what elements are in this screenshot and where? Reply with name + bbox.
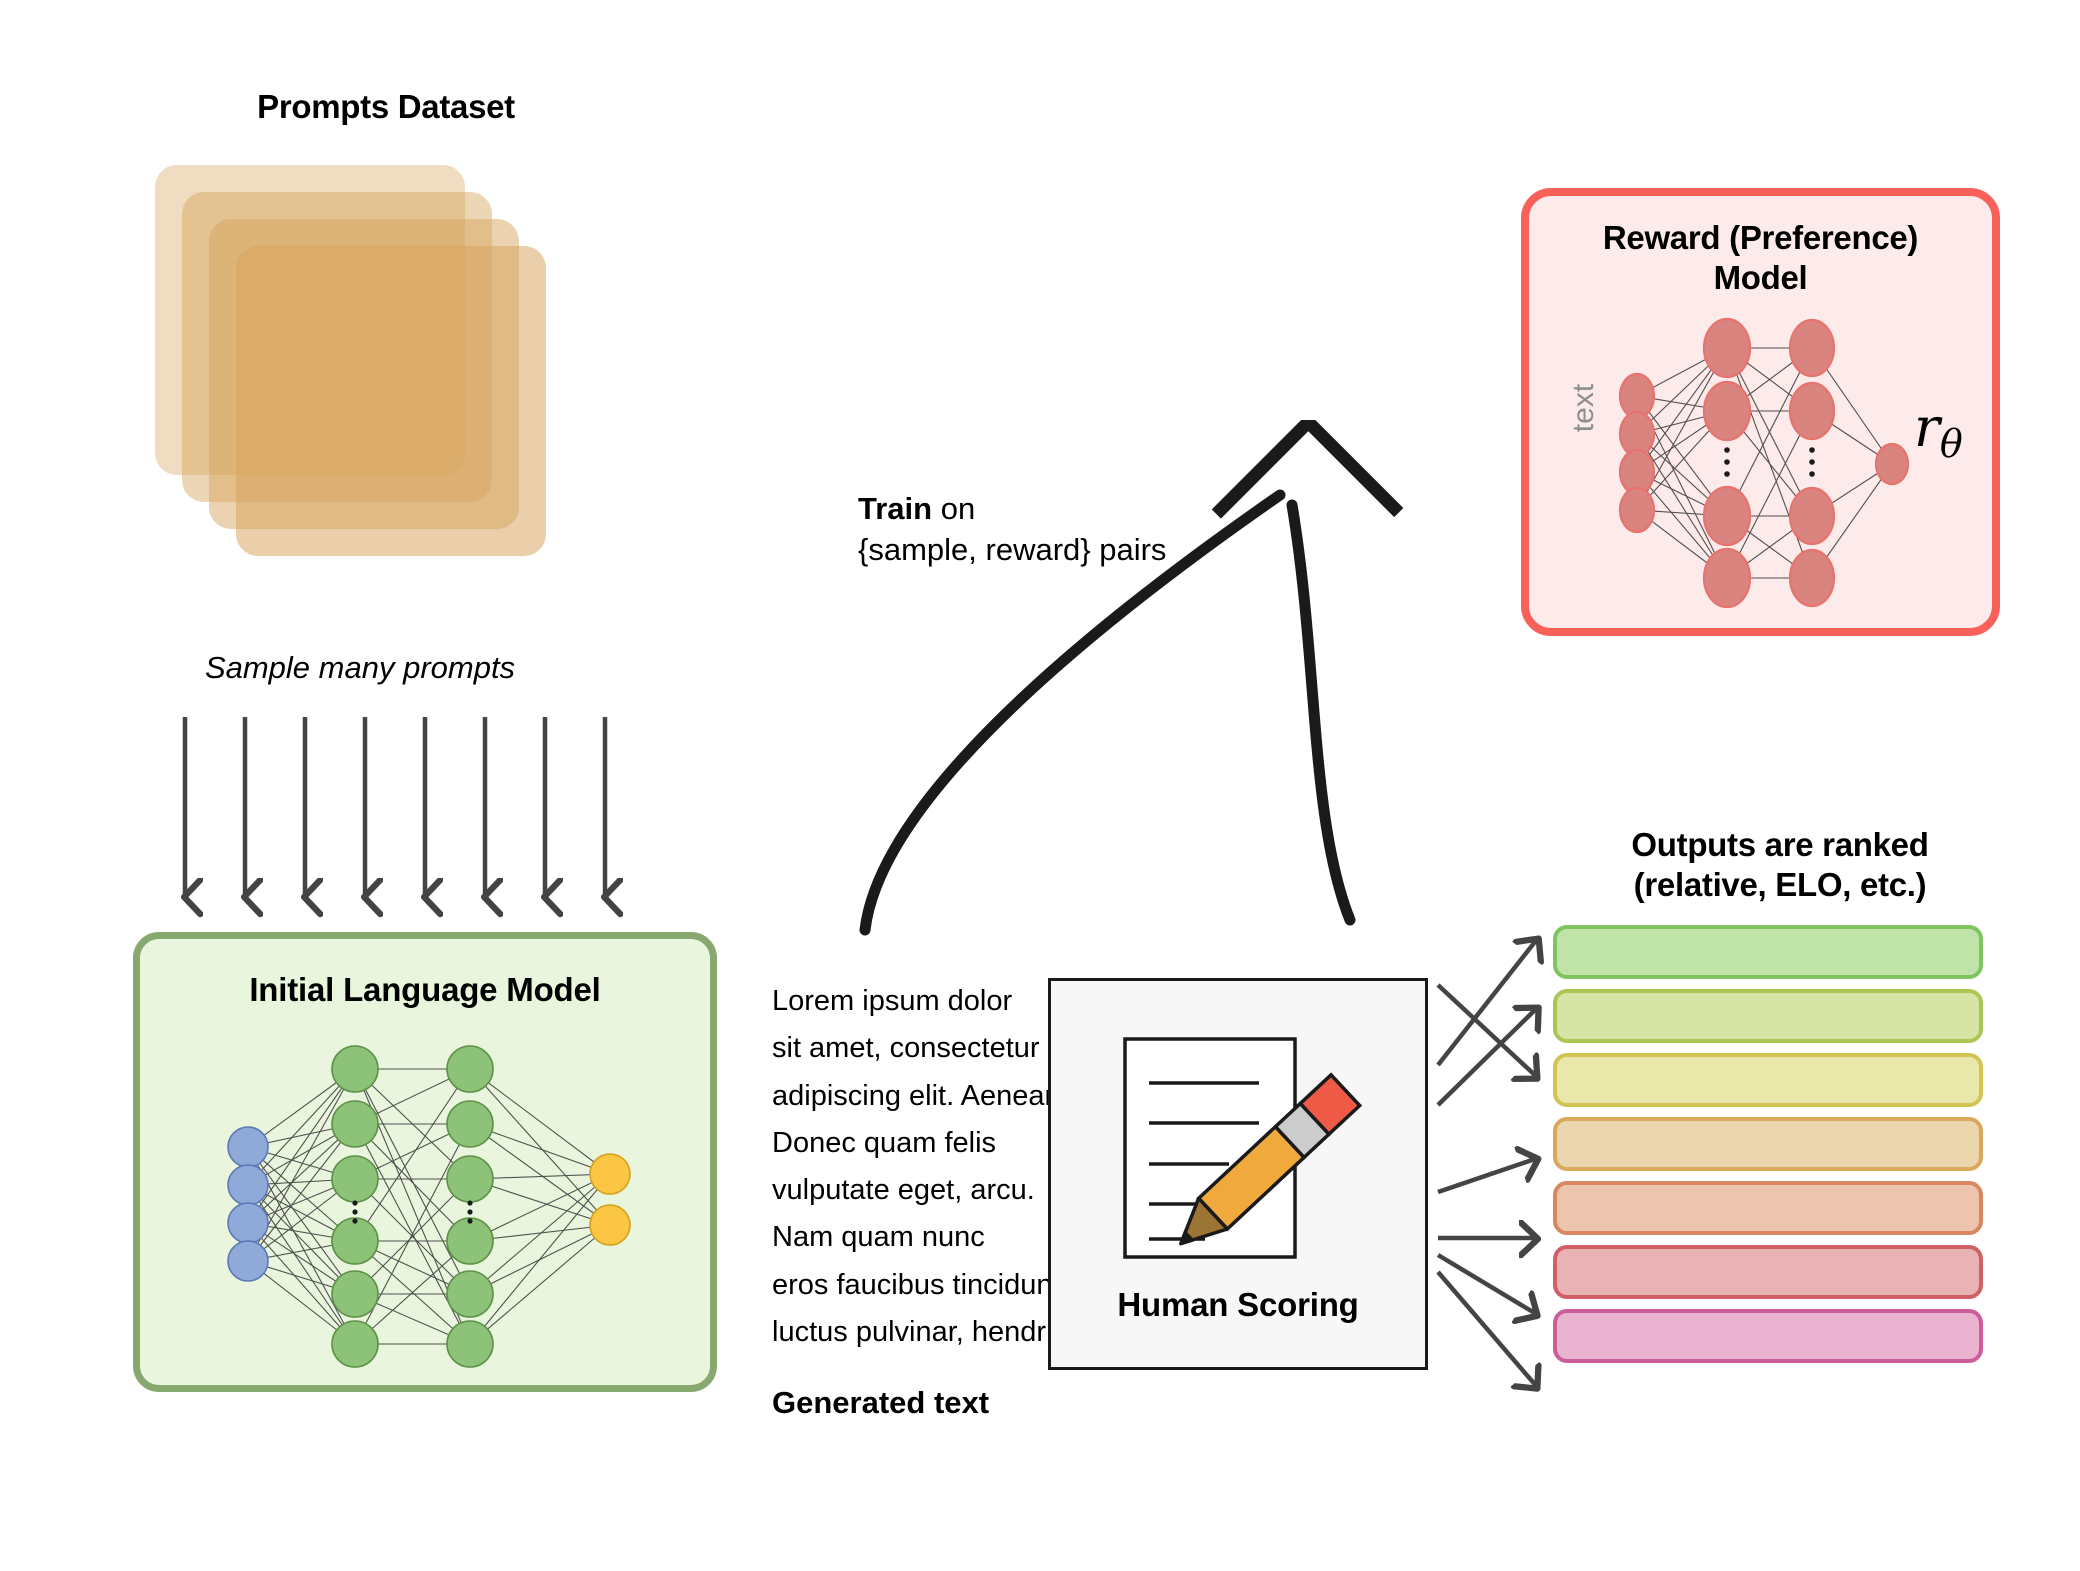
input-node — [227, 1240, 269, 1282]
reward-model-title-line2: Model — [1713, 258, 1808, 296]
r-symbol: r — [1914, 396, 1940, 459]
reward-output-symbol: rθ — [1914, 396, 2024, 466]
prompt-sheet — [236, 246, 546, 556]
outputs-ranked-title-line1: Outputs are ranked — [1631, 826, 1929, 863]
hidden-node — [331, 1045, 379, 1093]
reward-model-title: Reward (Preference) Model — [1529, 218, 1992, 297]
ranked-output-bar[interactable] — [1553, 1245, 1983, 1299]
rank-arrow — [1436, 1007, 1538, 1107]
reward-hidden-node — [1788, 548, 1836, 608]
hidden-node — [446, 1155, 494, 1203]
initial-model-network-diagram — [227, 1045, 631, 1368]
rank-arrow — [1437, 1158, 1538, 1195]
reward-input-text-label: text — [1567, 383, 1600, 433]
reward-model-box: Reward (Preference) Model text rθ — [1521, 188, 2000, 636]
generated-text-line: sit amet, consectetur — [772, 1032, 1040, 1065]
rank-arrow — [1436, 1253, 1538, 1315]
input-node — [227, 1126, 269, 1168]
diagram-canvas: Prompts Dataset Sample many prompts Init… — [0, 0, 2080, 1571]
reward-model-title-line1: Reward (Preference) — [1602, 219, 1919, 256]
generated-text-line: Lorem ipsum dolor — [772, 985, 1013, 1017]
sample-many-prompts-caption: Sample many prompts — [204, 650, 516, 685]
generated-text-line: luctus pulvinar, hendr — [772, 1315, 1047, 1348]
generated-text-block: Lorem ipsum dolor sit amet, consectetur … — [772, 978, 1072, 1356]
outputs-ranked-title-line2: (relative, ELO, etc.) — [1633, 865, 1927, 903]
hidden-node — [446, 1270, 494, 1318]
sampling-arrows-group — [150, 717, 650, 925]
initial-language-model-title: Initial Language Model — [249, 971, 601, 1008]
document-with-pencil-icon — [1123, 1037, 1363, 1259]
ranked-output-bar[interactable] — [1553, 1181, 1983, 1235]
generated-text-line: eros faucibus tincidunt — [772, 1268, 1061, 1301]
train-reward-model-arrow — [859, 420, 1404, 936]
hidden-node — [331, 1155, 379, 1203]
reward-hidden-node — [1702, 547, 1752, 609]
hidden-node — [331, 1270, 379, 1318]
hidden-node — [446, 1217, 494, 1265]
reward-hidden-node — [1788, 486, 1836, 546]
input-node-group — [227, 1126, 269, 1282]
reward-output-node — [1874, 442, 1910, 486]
ranked-output-bar[interactable] — [1553, 1309, 1983, 1363]
generated-text-line: Donec quam felis — [772, 1126, 997, 1159]
hidden-node — [331, 1217, 379, 1265]
reward-hidden-node — [1702, 485, 1752, 547]
reward-hidden-node — [1788, 381, 1836, 441]
arrowhead — [1211, 420, 1404, 519]
prompts-dataset-title: Prompts Dataset — [257, 88, 515, 125]
ranked-output-bar[interactable] — [1553, 925, 1983, 979]
reward-model-network-diagram — [1618, 317, 1910, 609]
rank-arrow — [1436, 1270, 1538, 1388]
hidden-layer-ellipsis — [352, 1200, 473, 1224]
reward-hidden-node — [1702, 317, 1752, 379]
reward-input-node — [1618, 486, 1656, 534]
ranked-output-bar[interactable] — [1553, 1117, 1983, 1171]
generated-text-label: Generated text — [772, 1385, 990, 1420]
hidden-node — [331, 1100, 379, 1148]
generated-text-line: Nam quam nunc — [772, 1221, 985, 1254]
output-node-group — [589, 1153, 631, 1246]
human-scoring-label: Human Scoring — [1117, 1286, 1359, 1323]
hidden-node — [446, 1100, 494, 1148]
input-node — [227, 1164, 269, 1206]
ranked-output-bar[interactable] — [1553, 1053, 1983, 1107]
prompts-dataset-stack — [155, 165, 655, 635]
human-scoring-card[interactable]: Human Scoring — [1048, 978, 1428, 1370]
generated-text-line: vulputate eget, arcu. — [772, 1174, 1035, 1207]
output-node — [589, 1204, 631, 1246]
output-node — [589, 1153, 631, 1195]
hidden-node — [331, 1320, 379, 1368]
hidden-node — [446, 1320, 494, 1368]
input-node — [227, 1202, 269, 1244]
generated-text-line: adipiscing elit. Aenean — [772, 1079, 1061, 1112]
reward-hidden-node — [1788, 318, 1836, 378]
theta-subscript: θ — [1939, 421, 1963, 466]
hidden-node — [446, 1045, 494, 1093]
reward-hidden-node — [1702, 380, 1752, 442]
ranked-output-bar[interactable] — [1553, 989, 1983, 1043]
ranked-outputs-list — [1553, 925, 1993, 1373]
initial-language-model-box: Initial Language Model — [133, 932, 717, 1392]
outputs-ranked-title: Outputs are ranked (relative, ELO, etc.) — [1560, 825, 2000, 904]
